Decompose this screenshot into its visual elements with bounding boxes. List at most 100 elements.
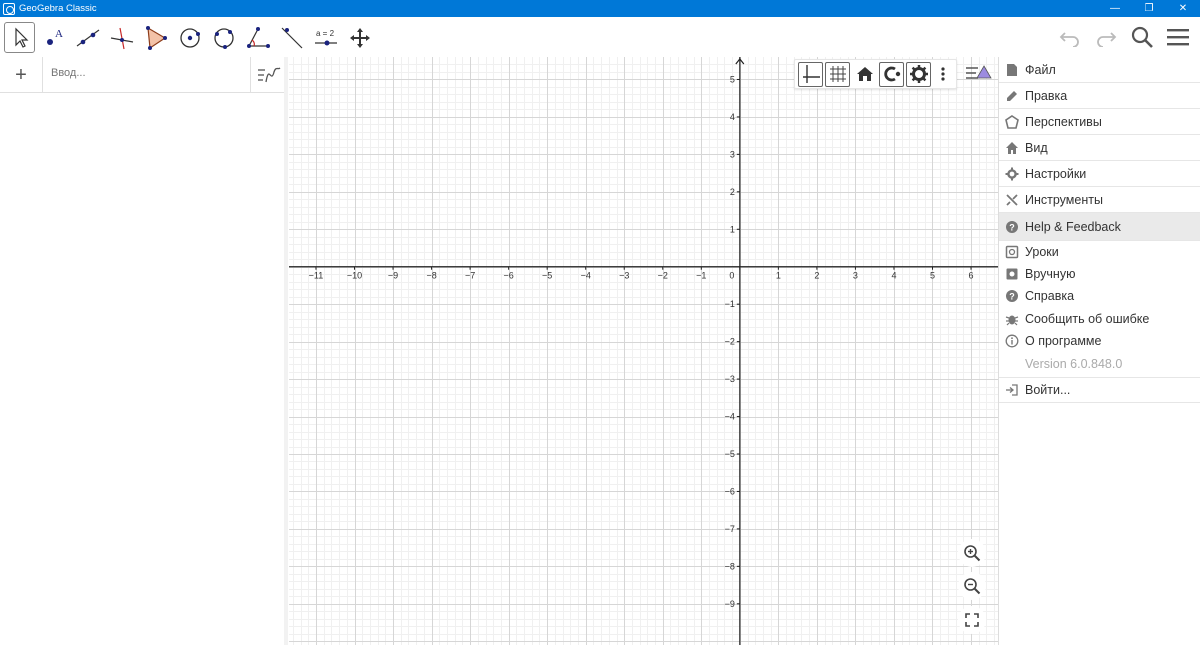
geogebra-logo-icon [3, 2, 15, 15]
move-arrow-icon [14, 27, 28, 48]
zoom-in-icon [964, 545, 981, 562]
angle-icon [246, 26, 270, 48]
reflect-line-icon [281, 27, 302, 48]
fullscreen-button[interactable] [958, 606, 986, 634]
circle-three-points-tool-button[interactable] [208, 22, 239, 53]
x-tick-label: −4 [581, 271, 591, 281]
menu-item-edit[interactable]: Правка [999, 83, 1200, 109]
maximize-button[interactable]: ❐ [1132, 0, 1166, 17]
perpendicular-line-icon [110, 27, 133, 49]
menu-item-label: Правка [1025, 88, 1068, 103]
close-button[interactable]: ✕ [1166, 0, 1200, 17]
x-tick-label: −11 [309, 271, 324, 281]
main-menu-panel: Файл Правка Перспективы Вид Настройки Ин… [998, 57, 1200, 645]
y-tick-label: 5 [730, 74, 735, 84]
menu-item-help[interactable]: ? Справка [999, 285, 1200, 307]
graphics-view-menu-button[interactable] [964, 63, 992, 85]
algebra-input[interactable] [51, 67, 231, 79]
menu-item-about[interactable]: О программе [999, 330, 1200, 352]
menu-item-report-bug[interactable]: Сообщить об ошибке [999, 308, 1200, 330]
minimize-button[interactable]: — [1098, 0, 1132, 17]
window-title: GeoGebra Classic [19, 3, 97, 14]
menu-item-help-feedback[interactable]: ? Help & Feedback [999, 213, 1200, 241]
menu-item-sign-in[interactable]: Войти... [999, 377, 1200, 403]
menu-item-label: Перспективы [1025, 114, 1102, 129]
gear-icon [999, 167, 1025, 181]
x-tick-label: 6 [969, 271, 974, 281]
title-bar: GeoGebra Classic — ❐ ✕ [0, 0, 1200, 17]
menu-item-view[interactable]: Вид [999, 135, 1200, 161]
menu-item-settings[interactable]: Настройки [999, 161, 1200, 187]
point-capturing-button[interactable] [879, 61, 904, 87]
menu-item-label: Вручную [1025, 267, 1076, 281]
graphics-view[interactable]: −11 −10 −9 −8 −7 −6 −5 −4 −3 −2 −1 0 1 2 3 4 5 6 1 2 3 4 5 −1 −2… [289, 57, 998, 645]
undo-icon [1059, 32, 1079, 47]
toggle-grid-button[interactable] [825, 61, 850, 87]
menu-item-manual[interactable]: Вручную [999, 263, 1200, 285]
undo-button[interactable] [1056, 22, 1084, 52]
y-tick-label: 1 [730, 224, 735, 234]
x-tick-label: 1 [776, 271, 781, 281]
x-tick-label: 2 [814, 271, 819, 281]
perspectives-icon [999, 114, 1025, 129]
algebra-input-row: + [0, 57, 286, 93]
move-graphics-view-tool-button[interactable] [344, 22, 375, 53]
menu-item-perspectives[interactable]: Перспективы [999, 109, 1200, 135]
menu-item-tools[interactable]: Инструменты [999, 187, 1200, 213]
more-vertical-icon [941, 67, 945, 81]
line-icon [76, 29, 99, 46]
hamburger-menu-icon [1167, 29, 1189, 46]
view-menu-icon [966, 65, 992, 79]
slider-tool-button[interactable]: a = 2 [310, 22, 341, 53]
polygon-tool-button[interactable] [140, 22, 171, 53]
help-circle-icon: ? [999, 289, 1025, 303]
zoom-in-button[interactable] [958, 539, 986, 567]
reflect-tool-button[interactable] [276, 22, 307, 53]
x-tick-label: 0 [729, 271, 734, 281]
redo-icon [1097, 32, 1117, 47]
menu-item-label: Настройки [1025, 166, 1087, 181]
menu-item-tutorials[interactable]: Уроки [999, 241, 1200, 263]
circle-icon [179, 27, 200, 48]
menu-item-label: Справка [1025, 289, 1075, 303]
algebra-style-button[interactable] [250, 57, 286, 93]
y-tick-label: −4 [725, 412, 735, 422]
menu-item-label: О программе [1025, 334, 1102, 348]
move-tool-button[interactable] [4, 22, 35, 53]
point-tool-button[interactable]: A [38, 22, 69, 53]
y-tick-label: −1 [725, 299, 735, 309]
main-menu-button[interactable] [1164, 22, 1192, 52]
graphics-settings-button[interactable] [906, 61, 931, 87]
toggle-axes-button[interactable] [798, 61, 823, 87]
x-tick-label: 4 [891, 271, 896, 281]
bug-icon [999, 312, 1025, 326]
menu-item-file[interactable]: Файл [999, 57, 1200, 83]
axes-icon [802, 65, 820, 83]
view-divider[interactable] [284, 57, 288, 645]
y-tick-label: 3 [730, 149, 735, 159]
menu-item-label: Вид [1025, 140, 1048, 155]
search-icon [1131, 26, 1153, 48]
standard-view-button[interactable] [852, 62, 877, 87]
version-label: Version 6.0.848.0 [1025, 357, 1123, 371]
toolbar: A a = 2 [0, 17, 1200, 57]
circle-tool-button[interactable] [174, 22, 205, 53]
style-bar-more-button[interactable] [933, 62, 953, 87]
search-button[interactable] [1128, 22, 1156, 52]
y-tick-label: 4 [730, 112, 735, 122]
zoom-out-icon [964, 578, 981, 595]
home-icon [999, 141, 1025, 155]
y-tick-label: −9 [725, 599, 735, 609]
x-tick-label: −8 [426, 271, 436, 281]
redo-button[interactable] [1092, 22, 1120, 52]
add-item-button[interactable]: + [0, 57, 43, 93]
line-tool-button[interactable] [72, 22, 103, 53]
move-view-icon [349, 27, 370, 48]
angle-tool-button[interactable] [242, 22, 273, 53]
zoom-out-button[interactable] [958, 572, 986, 600]
pencil-icon [999, 89, 1025, 103]
algebra-view: + [0, 57, 288, 645]
perpendicular-line-tool-button[interactable] [106, 22, 137, 53]
y-tick-label: −6 [725, 486, 735, 496]
x-tick-label: −10 [347, 271, 362, 281]
